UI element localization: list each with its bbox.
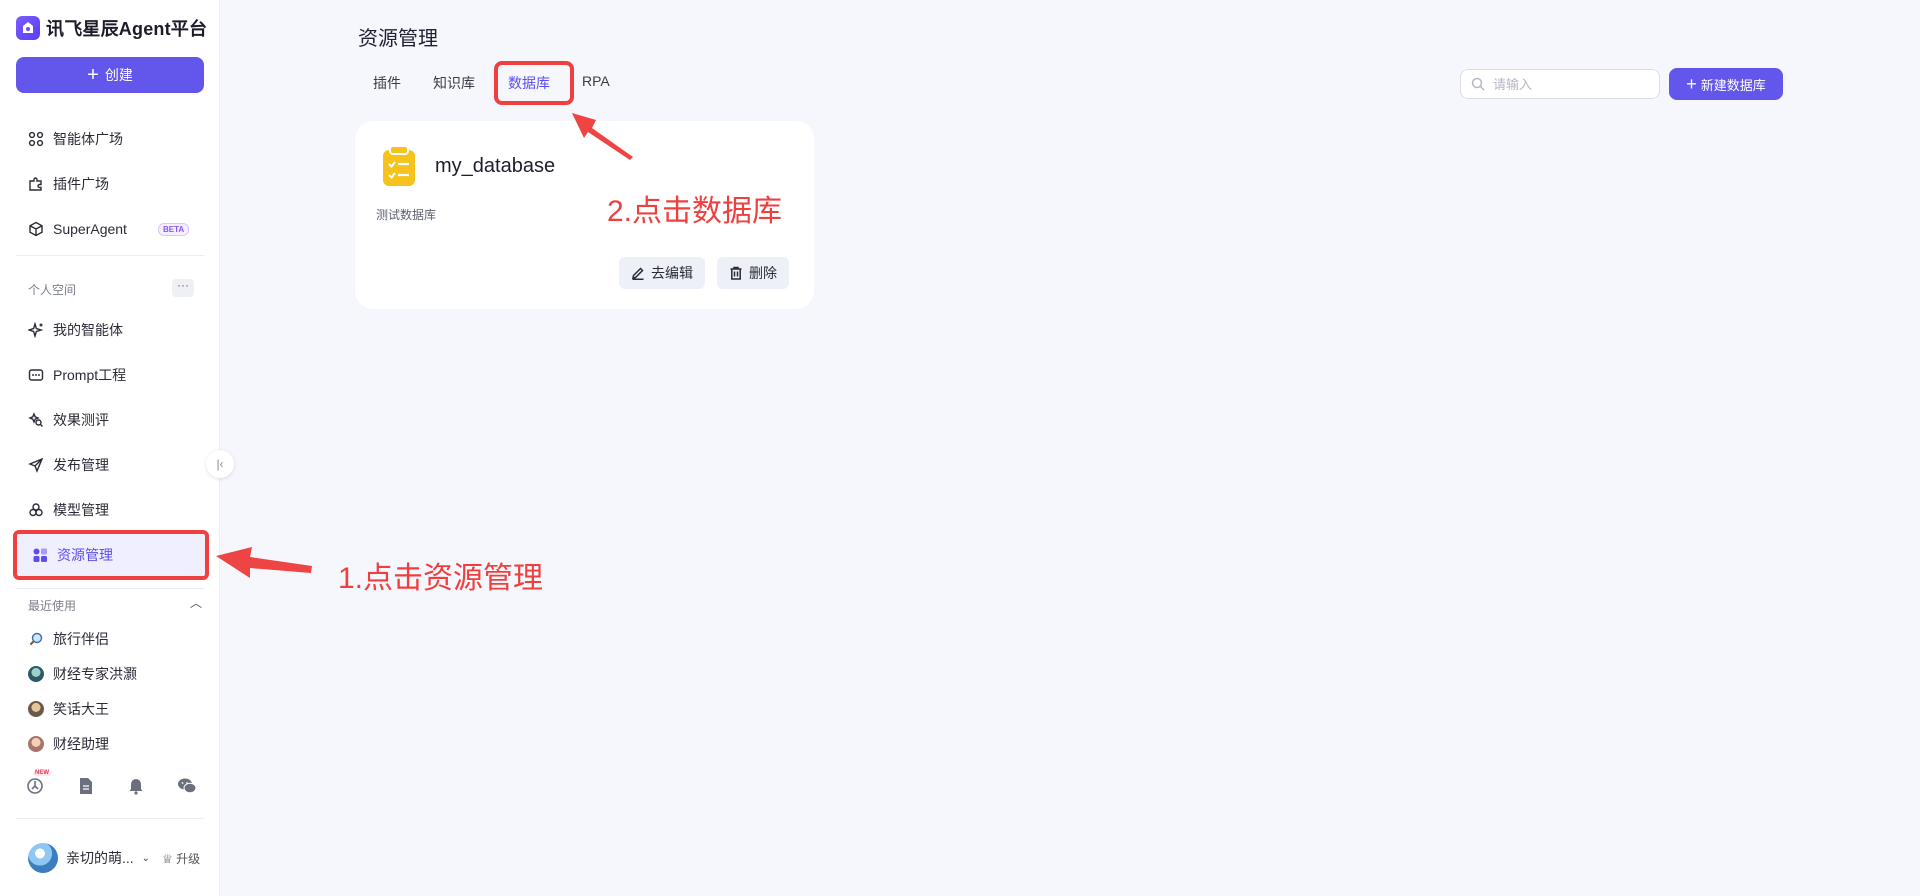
- resource-icon: [33, 548, 47, 562]
- puzzle-icon: [29, 177, 42, 191]
- sidebar-item-agent-square[interactable]: 智能体广场: [16, 121, 204, 157]
- user-menu[interactable]: 亲切的萌... ⌄ ♕ 升级: [28, 843, 200, 873]
- sidebar-item-label: 效果测评: [53, 412, 109, 428]
- new-database-label: 新建数据库: [1700, 77, 1766, 93]
- plus-icon: +: [87, 64, 99, 86]
- bottom-toolbar: NEW: [24, 770, 204, 798]
- recent-item-finance-expert[interactable]: 财经专家洪灏: [28, 664, 137, 684]
- edit-label: 去编辑: [651, 265, 693, 281]
- upgrade-button[interactable]: ♕ 升级: [162, 850, 200, 867]
- sidebar-item-label: Prompt工程: [53, 367, 127, 383]
- grid-icon: [28, 131, 44, 147]
- database-icon: [383, 146, 415, 186]
- chevron-up-icon[interactable]: ︿: [190, 594, 202, 611]
- chevron-down-icon[interactable]: ⌄: [142, 853, 150, 864]
- prompt-icon: [28, 369, 44, 381]
- sidebar-item-my-agents[interactable]: 我的智能体: [16, 312, 204, 348]
- avatar: [28, 666, 44, 682]
- trash-icon: [730, 266, 742, 280]
- sidebar-item-publish[interactable]: 发布管理: [16, 447, 204, 483]
- cube-icon: [29, 221, 43, 237]
- beta-badge: BETA: [157, 222, 190, 236]
- model-icon: [29, 503, 43, 517]
- sidebar-item-superagent[interactable]: SuperAgent BETA: [16, 211, 204, 247]
- sidebar-item-label: 智能体广场: [53, 131, 123, 147]
- personal-space-label: 个人空间: [28, 283, 77, 297]
- bell-icon[interactable]: [125, 775, 147, 797]
- sparkle-icon: [28, 322, 44, 338]
- send-icon: [28, 457, 44, 473]
- avatar[interactable]: [28, 843, 58, 873]
- edit-button[interactable]: 去编辑: [619, 257, 705, 289]
- magnifier-avatar-icon: [28, 632, 43, 647]
- search-icon: [1471, 77, 1485, 91]
- create-button[interactable]: + 创建: [16, 57, 204, 93]
- collapse-icon: |‹: [216, 457, 224, 471]
- tab-rpa[interactable]: RPA: [582, 73, 610, 89]
- tab-database[interactable]: 数据库: [508, 73, 550, 93]
- delete-button[interactable]: 删除: [717, 257, 789, 289]
- recent-item-travel[interactable]: 旅行伴侣: [28, 629, 109, 649]
- tab-knowledge[interactable]: 知识库: [433, 73, 475, 93]
- sidebar: 讯飞星辰Agent平台 + 创建 智能体广场 插件广场 SuperAgent B…: [0, 0, 220, 896]
- search-input[interactable]: [1493, 76, 1643, 92]
- recent-item-finance-assistant[interactable]: 财经助理: [28, 734, 109, 754]
- sidebar-item-evaluation[interactable]: 效果测评: [16, 402, 204, 438]
- sidebar-item-plugin-square[interactable]: 插件广场: [16, 166, 204, 202]
- new-database-button[interactable]: + 新建数据库: [1669, 68, 1783, 100]
- plus-icon: +: [1686, 74, 1697, 94]
- recent-label: 最近使用: [28, 599, 77, 613]
- create-label: 创建: [104, 67, 133, 83]
- user-name: 亲切的萌...: [66, 850, 134, 866]
- divider: [16, 588, 204, 589]
- sidebar-item-models[interactable]: 模型管理: [16, 492, 204, 528]
- divider: [16, 255, 204, 256]
- annotation-step1: 1.点击资源管理: [338, 562, 544, 595]
- arrow-annotation-1: [216, 547, 312, 578]
- sidebar-item-label: 模型管理: [53, 502, 109, 518]
- database-description: 测试数据库: [376, 208, 437, 222]
- avatar: [28, 701, 44, 717]
- database-name: my_database: [435, 155, 556, 177]
- sidebar-item-prompt[interactable]: Prompt工程: [16, 357, 204, 393]
- document-icon[interactable]: [75, 775, 97, 797]
- new-badge: NEW: [33, 770, 51, 776]
- upgrade-label: 升级: [176, 851, 201, 866]
- more-options-button[interactable]: ···: [172, 279, 194, 297]
- sidebar-item-label: 发布管理: [53, 457, 109, 473]
- sidebar-item-label: 资源管理: [57, 547, 113, 563]
- logo-icon: [16, 16, 40, 40]
- search-box[interactable]: [1460, 69, 1660, 99]
- page-title: 资源管理: [358, 28, 438, 50]
- sidebar-item-label: SuperAgent: [53, 221, 127, 237]
- app-logo[interactable]: 讯飞星辰Agent平台: [16, 16, 207, 40]
- evaluate-icon: [28, 412, 43, 427]
- edit-icon: [632, 267, 644, 280]
- crown-icon: ♕: [162, 851, 173, 866]
- sidebar-item-resources[interactable]: 资源管理: [13, 530, 209, 580]
- annotation-step2: 2.点击数据库: [607, 195, 783, 228]
- logo-text: 讯飞星辰Agent平台: [46, 19, 208, 39]
- recent-item-joke-king[interactable]: 笑话大王: [28, 699, 109, 719]
- divider: [16, 818, 204, 819]
- wechat-icon[interactable]: [176, 775, 198, 797]
- sidebar-item-label: 插件广场: [53, 176, 109, 192]
- recent-item-label: 笑话大王: [53, 701, 109, 717]
- collapse-sidebar-button[interactable]: |‹: [206, 450, 234, 478]
- community-icon[interactable]: NEW: [24, 770, 51, 797]
- delete-label: 删除: [749, 265, 777, 281]
- tab-plugins[interactable]: 插件: [373, 73, 401, 93]
- sidebar-item-label: 我的智能体: [53, 322, 123, 338]
- recent-item-label: 财经助理: [53, 736, 109, 752]
- recent-item-label: 财经专家洪灏: [53, 666, 137, 682]
- recent-item-label: 旅行伴侣: [53, 631, 109, 647]
- avatar: [28, 736, 44, 752]
